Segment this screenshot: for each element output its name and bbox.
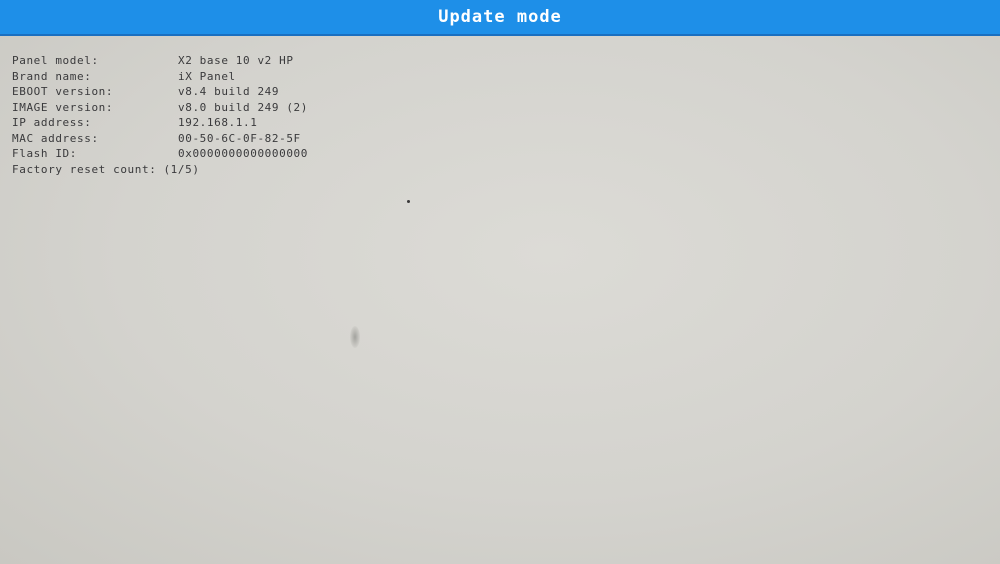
title-bar: Update mode xyxy=(0,0,1000,36)
info-row-brand-name: Brand name: iX Panel xyxy=(12,69,308,85)
info-value: iX Panel xyxy=(178,69,236,83)
info-label: Brand name: xyxy=(12,69,92,83)
dust-speck xyxy=(407,200,410,203)
info-row-ip-address: IP address: 192.168.1.1 xyxy=(12,115,308,131)
info-row-factory-reset-count: Factory reset count: (1/5) xyxy=(12,162,308,178)
info-value: 0x0000000000000000 xyxy=(178,147,309,161)
device-info-list: Panel model: X2 base 10 v2 HP Brand name… xyxy=(12,53,308,177)
info-row-eboot-version: EBOOT version: v8.4 build 249 xyxy=(12,84,308,100)
info-value: X2 base 10 v2 HP xyxy=(178,54,294,68)
screen-title: Update mode xyxy=(438,7,562,27)
screen-smudge xyxy=(350,326,360,348)
info-label: Flash ID: xyxy=(12,147,78,161)
info-row-flash-id: Flash ID: 0x0000000000000000 xyxy=(12,146,308,162)
info-label: IP address: xyxy=(12,116,92,130)
info-value: 00-50-6C-0F-82-5F xyxy=(178,131,301,145)
info-label: MAC address: xyxy=(12,131,99,145)
info-label: Panel model: xyxy=(12,54,99,68)
info-row-mac-address: MAC address: 00-50-6C-0F-82-5F xyxy=(12,131,308,147)
info-label: Factory reset count: xyxy=(12,162,157,176)
update-mode-screen: Update mode Panel model: X2 base 10 v2 H… xyxy=(0,0,1000,564)
info-label: EBOOT version: xyxy=(12,85,114,99)
info-label: IMAGE version: xyxy=(12,100,114,114)
info-row-panel-model: Panel model: X2 base 10 v2 HP xyxy=(12,53,308,69)
info-row-image-version: IMAGE version: v8.0 build 249 (2) xyxy=(12,100,308,116)
info-value: v8.4 build 249 xyxy=(178,85,280,99)
info-value: v8.0 build 249 (2) xyxy=(178,100,309,114)
info-value: 192.168.1.1 xyxy=(178,116,258,130)
info-value: (1/5) xyxy=(163,162,200,176)
